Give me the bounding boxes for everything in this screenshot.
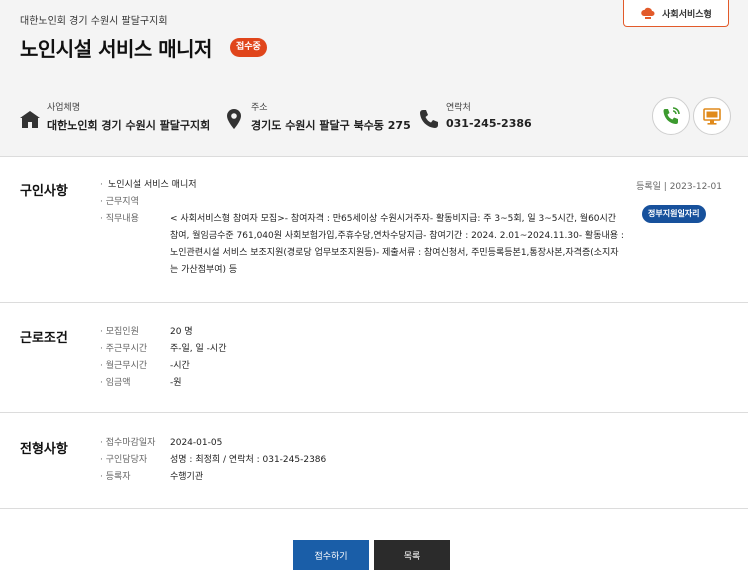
row-key: · 월근무시간	[100, 361, 148, 371]
row-key: · 구인담당자	[100, 455, 148, 465]
row-value: 노인시설 서비스 매니저	[108, 180, 197, 190]
recruit-title: 구인사항	[20, 184, 68, 199]
table-row: · 근무지역	[100, 194, 625, 211]
table-row: · 노인시설 서비스 매니저	[100, 177, 625, 194]
info-company-label: 사업체명	[47, 103, 81, 113]
row-value: < 사회서비스형 참여자 모집>- 참여자격 : 만65세이상 수원시거주자- …	[170, 214, 624, 275]
conditions-section: 근로조건 · 모집인원 20 명 · 주근무시간 주-일, 일 -시간 · 월근…	[0, 303, 748, 413]
table-row: · 등록자 수행기관	[100, 469, 625, 486]
table-row: · 월근무시간 -시간	[100, 358, 625, 375]
apply-button[interactable]: 접수하기	[293, 540, 369, 570]
info-contact: 연락처 031-245-2386	[418, 100, 532, 140]
location-pin-icon	[227, 109, 241, 129]
monitor-icon	[703, 108, 721, 125]
registered-date: 등록일 | 2023-12-01	[636, 182, 722, 192]
table-row: · 임금액 -원	[100, 375, 625, 392]
selection-section: 전형사항 · 접수마감일자 2024-01-05 · 구인담당자 성명 : 최정…	[0, 413, 748, 509]
recruit-section: 구인사항 · 노인시설 서비스 매니저 · 근무지역 · 직무내용 < 사회서비…	[0, 157, 748, 303]
conditions-rows: · 모집인원 20 명 · 주근무시간 주-일, 일 -시간 · 월근무시간 -…	[100, 324, 625, 392]
table-row: · 직무내용 < 사회서비스형 참여자 모집>- 참여자격 : 만65세이상 수…	[100, 211, 625, 279]
row-key: · 주근무시간	[100, 344, 148, 354]
gov-support-badge: 정부지원일자리	[642, 205, 706, 223]
info-company-value: 대한노인회 경기 수원시 팔달구지회	[47, 119, 211, 132]
selection-title: 전형사항	[20, 442, 68, 457]
homepage-button[interactable]	[693, 97, 731, 135]
phone-icon	[420, 110, 438, 128]
cloud-icon	[641, 7, 655, 19]
info-contact-label: 연락처	[446, 103, 471, 113]
row-key: · 근무지역	[100, 197, 139, 207]
selection-rows: · 접수마감일자 2024-01-05 · 구인담당자 성명 : 최정희 / 연…	[100, 435, 625, 486]
table-row: · 접수마감일자 2024-01-05	[100, 435, 625, 452]
row-key: · 직무내용	[100, 214, 139, 224]
info-address-label: 주소	[251, 103, 268, 113]
row-value: -원	[170, 378, 182, 388]
row-value: 성명 : 최정희 / 연락처 : 031-245-2386	[170, 455, 327, 465]
row-value: 20 명	[170, 327, 193, 337]
conditions-title: 근로조건	[20, 331, 68, 346]
info-address: 주소 경기도 수원시 팔달구 북수동 275	[223, 100, 411, 140]
info-address-value: 경기도 수원시 팔달구 북수동 275	[251, 119, 411, 132]
row-key: · 모집인원	[100, 327, 139, 337]
row-key: · 임금액	[100, 378, 131, 388]
row-value: -시간	[170, 361, 190, 371]
table-row: · 주근무시간 주-일, 일 -시간	[100, 341, 625, 358]
row-value: 수행기관	[170, 472, 204, 482]
call-button[interactable]	[652, 97, 690, 135]
table-row: · 모집인원 20 명	[100, 324, 625, 341]
service-type-label: 사회서비스형	[662, 9, 712, 20]
service-type-button[interactable]: 사회서비스형	[623, 0, 729, 27]
row-value	[170, 194, 625, 211]
info-company: 사업체명 대한노인회 경기 수원시 팔달구지회	[19, 100, 210, 140]
row-key: · 접수마감일자	[100, 438, 156, 448]
page-title: 노인시설 서비스 매니저	[20, 37, 212, 61]
row-key: · 등록자	[100, 472, 131, 482]
phone-call-icon	[663, 107, 680, 124]
table-row: · 구인담당자 성명 : 최정희 / 연락처 : 031-245-2386	[100, 452, 625, 469]
row-value: 주-일, 일 -시간	[170, 344, 227, 354]
row-value: 2024-01-05	[170, 438, 223, 448]
info-contact-value: 031-245-2386	[446, 117, 532, 130]
recruit-rows: · 노인시설 서비스 매니저 · 근무지역 · 직무내용 < 사회서비스형 참여…	[100, 177, 625, 279]
status-badge: 접수중	[230, 38, 267, 57]
organization-name: 대한노인회 경기 수원시 팔달구지회	[20, 16, 168, 27]
job-header: 대한노인회 경기 수원시 팔달구지회 노인시설 서비스 매니저 접수중 사회서비…	[0, 0, 748, 157]
list-button[interactable]: 목록	[374, 540, 450, 570]
building-icon	[20, 111, 40, 128]
